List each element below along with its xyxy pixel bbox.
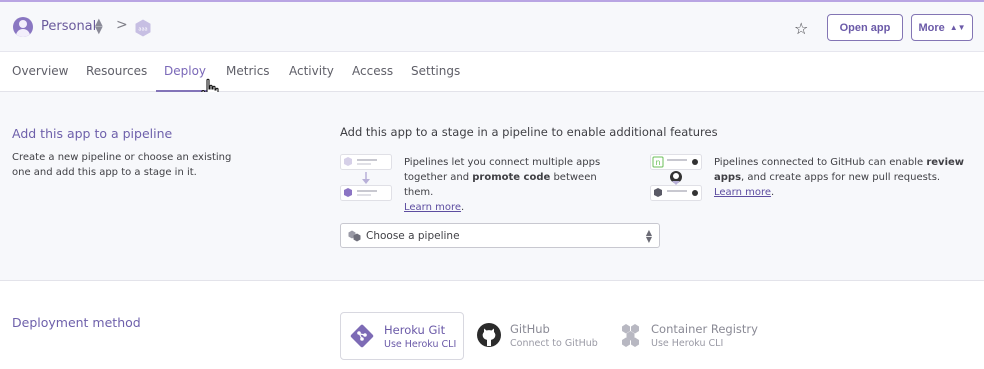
- feature-bold-text: promote code: [472, 172, 551, 183]
- open-app-button[interactable]: Open app: [827, 14, 903, 41]
- method-heroku-git[interactable]: Heroku Git Use Heroku CLI: [340, 312, 464, 360]
- tab-deploy[interactable]: Deploy: [164, 64, 206, 78]
- github-review-apps-illustration-icon: n: [650, 154, 702, 201]
- method-name: Container Registry: [651, 322, 758, 336]
- pipeline-icon: [348, 230, 361, 242]
- pipeline-feature-promote: Pipelines let you connect multiple apps …: [404, 157, 601, 213]
- method-subtitle: Connect to GitHub: [510, 338, 598, 349]
- container-registry-icon: [622, 324, 639, 347]
- pipeline-promote-illustration-icon: [340, 154, 392, 201]
- tab-activity[interactable]: Activity: [289, 64, 334, 78]
- pipeline-section: Add this app to a pipeline Create a new …: [0, 92, 984, 281]
- pipeline-section-description: Create a new pipeline or choose an exist…: [12, 152, 232, 178]
- method-subtitle: Use Heroku CLI: [384, 339, 457, 350]
- feature-text: , and create apps for new pull requests.: [741, 172, 941, 183]
- method-container-registry[interactable]: Container Registry Use Heroku CLI: [616, 312, 764, 360]
- deployment-method-title: Deployment method: [12, 315, 141, 330]
- tab-metrics[interactable]: Metrics: [226, 64, 270, 78]
- favorite-star-icon[interactable]: ☆: [794, 21, 808, 37]
- github-icon: [477, 323, 501, 347]
- app-header: Personal ▲ ▼ > aaa ☆ Open app More ▲▼: [0, 0, 984, 52]
- pipeline-feature-review-apps: Pipelines connected to GitHub can enable…: [714, 157, 965, 198]
- deployment-method-section: Deployment method Heroku Git Use Heroku …: [0, 282, 984, 369]
- pipeline-section-title: Add this app to a pipeline: [12, 126, 173, 141]
- chevron-updown-icon: ▲▼: [645, 228, 652, 244]
- tab-overview[interactable]: Overview: [12, 64, 69, 78]
- tab-settings[interactable]: Settings: [411, 64, 460, 78]
- team-switcher-label[interactable]: Personal: [41, 19, 96, 34]
- app-tabs: Overview Resources Deploy Metrics Activi…: [0, 53, 984, 92]
- breadcrumb-separator: >: [116, 17, 128, 33]
- pipeline-heading: Add this app to a stage in a pipeline to…: [340, 125, 718, 139]
- tab-access[interactable]: Access: [352, 64, 393, 78]
- user-avatar-icon[interactable]: [13, 17, 33, 37]
- feature-text: Pipelines connected to GitHub can enable: [714, 157, 927, 168]
- learn-more-link[interactable]: Learn more: [714, 187, 771, 198]
- chevron-updown-icon: ▲▼: [949, 22, 966, 32]
- method-subtitle: Use Heroku CLI: [651, 338, 724, 349]
- app-hexagon-icon[interactable]: aaa: [134, 19, 152, 37]
- svg-text:aaa: aaa: [138, 27, 147, 33]
- learn-more-link[interactable]: Learn more: [404, 202, 461, 213]
- choose-pipeline-value: Choose a pipeline: [366, 230, 460, 242]
- method-name: GitHub: [510, 322, 550, 336]
- chevron-updown-icon[interactable]: ▲ ▼: [95, 18, 103, 36]
- git-icon: [350, 324, 374, 348]
- svg-text:n: n: [655, 158, 660, 167]
- method-github[interactable]: GitHub Connect to GitHub: [474, 312, 609, 360]
- method-name: Heroku Git: [384, 323, 446, 337]
- choose-pipeline-select[interactable]: Choose a pipeline ▲ ▼: [340, 223, 660, 248]
- tab-resources[interactable]: Resources: [86, 64, 147, 78]
- more-button[interactable]: More ▲▼: [911, 14, 973, 41]
- more-button-label: More: [918, 21, 945, 34]
